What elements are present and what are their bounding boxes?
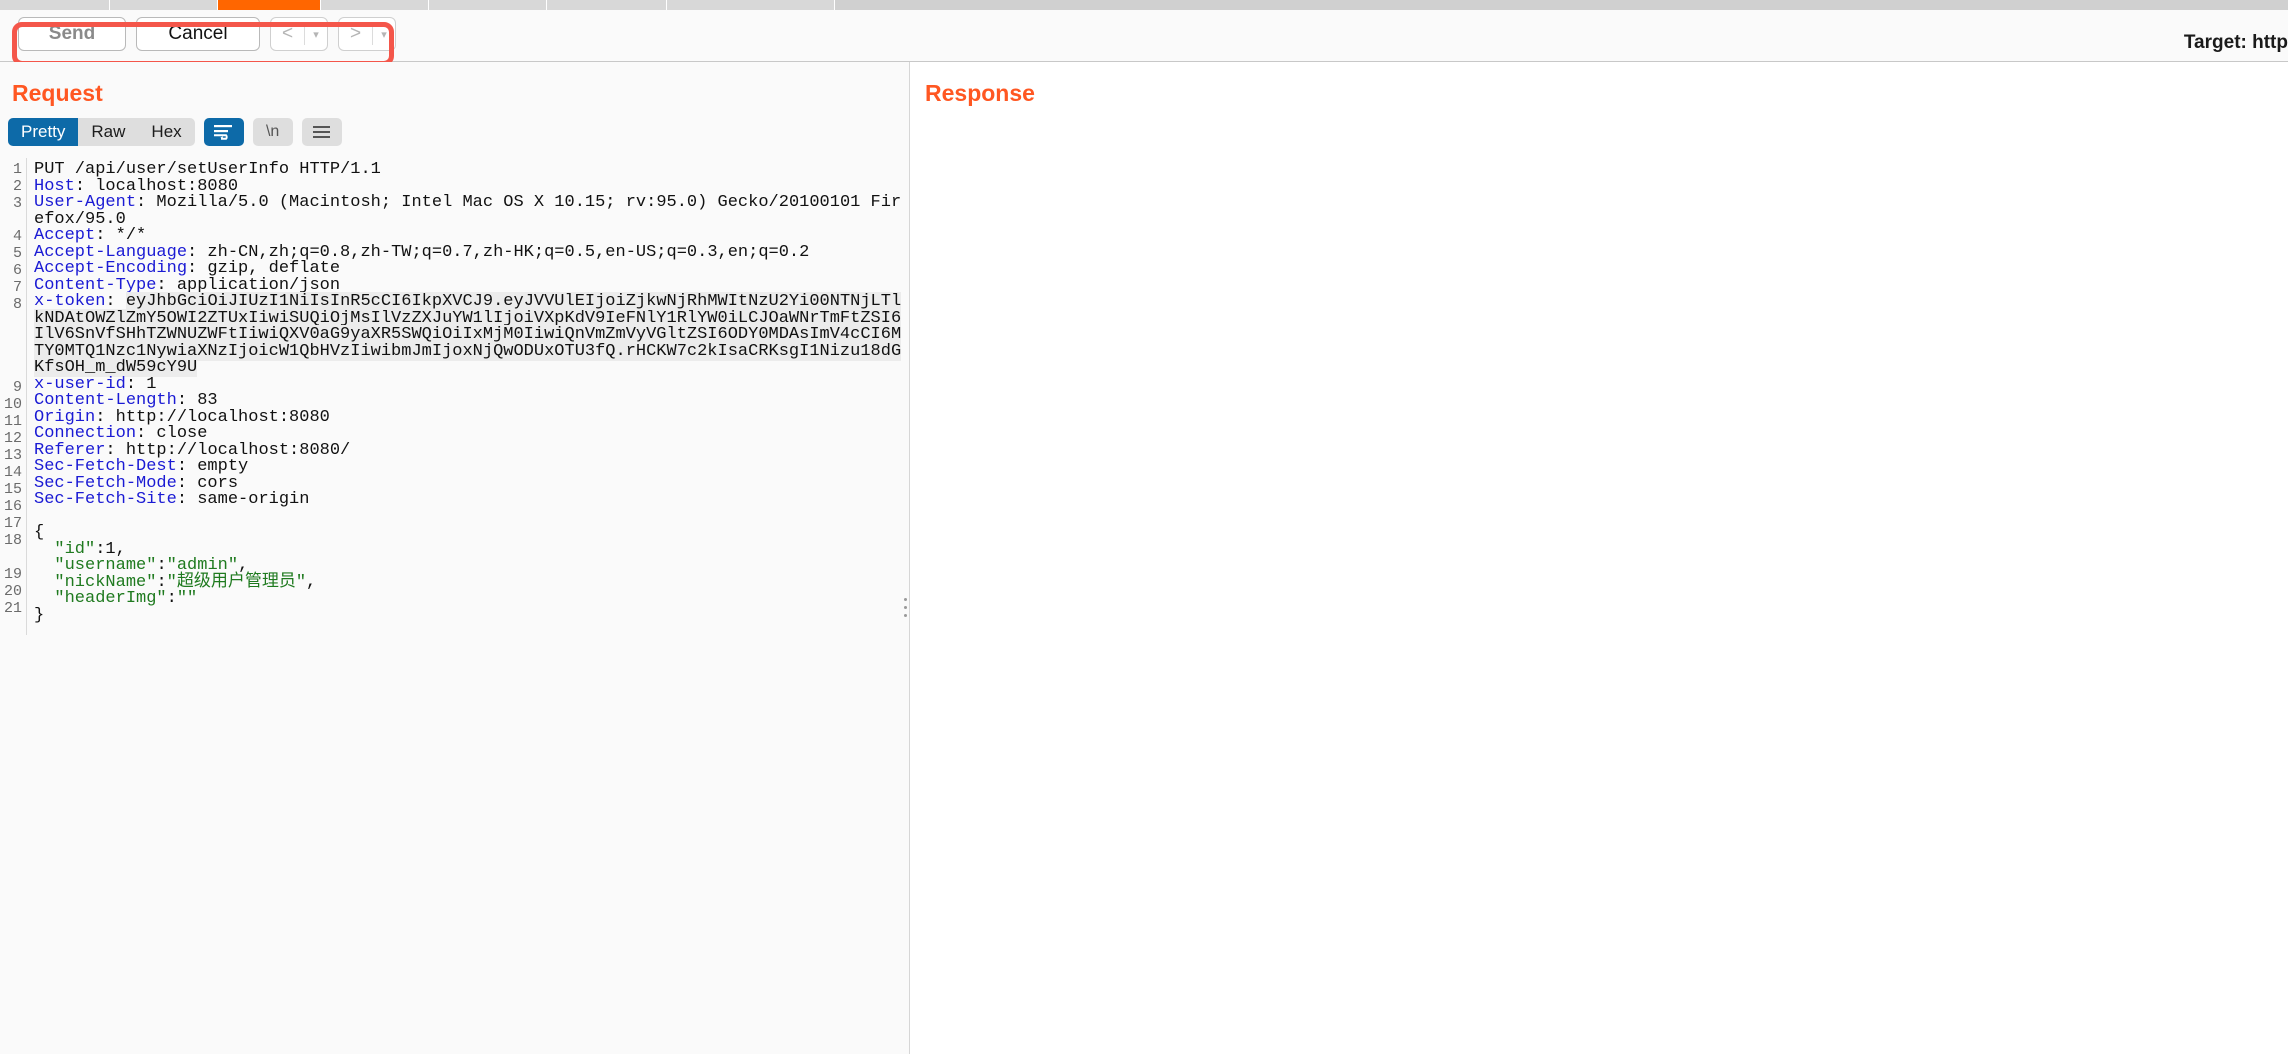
line-number: 19 bbox=[3, 566, 22, 583]
json-string: "" bbox=[176, 589, 198, 608]
pane-splitter-handle[interactable] bbox=[904, 598, 907, 617]
send-button[interactable]: Send bbox=[18, 17, 126, 51]
code-text: , bbox=[306, 572, 317, 592]
line-number: 17 bbox=[3, 515, 22, 532]
request-view-toolbar: Pretty Raw Hex \n bbox=[8, 118, 342, 146]
line-number: 9 bbox=[12, 379, 22, 396]
header-name: Sec-Fetch-Site bbox=[34, 490, 177, 509]
line-number: 13 bbox=[3, 447, 22, 464]
code-line: User-Agent: Mozilla/5.0 (Macintosh; Inte… bbox=[34, 193, 910, 229]
request-code-viewer[interactable]: 1 2 3 4 5 6 7 8 9 10 11 12 13 14 15 16 17 18 19 20 21 PUT /a… bbox=[0, 158, 910, 1054]
tab-hex[interactable]: Hex bbox=[138, 118, 195, 146]
json-string: "headerImg" bbox=[54, 589, 167, 608]
line-number: 7 bbox=[12, 279, 22, 296]
line-number: 12 bbox=[3, 430, 22, 447]
request-toolbar: Send Cancel < ▾ > ▾ Target: http bbox=[0, 10, 2288, 66]
code-text: : Mozilla/5.0 (Macintosh; Intel Mac OS X… bbox=[34, 193, 902, 229]
code-line: } bbox=[34, 605, 910, 625]
target-label: Target: http bbox=[2183, 32, 2288, 53]
code-line: Sec-Fetch-Site: same-origin bbox=[34, 490, 910, 509]
hamburger-lines bbox=[313, 126, 331, 138]
request-pane: Request Pretty Raw Hex \n 1 2 3 4 5 6 7 8 9 10 11 12 1… bbox=[0, 62, 910, 1054]
top-tab-strip[interactable] bbox=[0, 0, 2288, 10]
line-number: 5 bbox=[12, 245, 22, 262]
chevron-down-icon[interactable]: ▾ bbox=[305, 28, 327, 41]
line-number bbox=[0, 618, 26, 635]
code-text: } bbox=[34, 605, 45, 625]
previous-request-button[interactable]: < ▾ bbox=[270, 17, 328, 51]
menu-icon[interactable] bbox=[301, 118, 342, 146]
tab-raw[interactable]: Raw bbox=[78, 118, 139, 146]
line-number: 6 bbox=[12, 262, 22, 279]
top-tab-3[interactable] bbox=[321, 0, 429, 10]
top-tab-0[interactable] bbox=[0, 0, 110, 10]
cancel-button[interactable]: Cancel bbox=[136, 17, 260, 51]
line-number: 8 bbox=[12, 296, 22, 313]
top-tab-1[interactable] bbox=[110, 0, 218, 10]
code-line: { bbox=[34, 524, 910, 542]
line-number: 2 bbox=[12, 178, 22, 195]
chevron-left-icon: < bbox=[281, 23, 294, 44]
code-line: x-token: eyJhbGciOiJIUzI1NiIsInR5cCI6Ikp… bbox=[34, 292, 910, 377]
newline-icon[interactable]: \n bbox=[252, 118, 293, 146]
code-text: : bbox=[166, 589, 177, 608]
response-pane: Response bbox=[911, 62, 2288, 1054]
request-view-tabs[interactable]: Pretty Raw Hex bbox=[8, 118, 195, 146]
request-message-body[interactable]: PUT /api/user/setUserInfo HTTP/1.1 Host: … bbox=[26, 158, 910, 635]
line-number-gutter: 1 2 3 4 5 6 7 8 9 10 11 12 13 14 15 16 17 18 19 20 21 bbox=[0, 158, 26, 635]
code-text: : same-origin bbox=[176, 490, 310, 509]
top-tab-5[interactable] bbox=[547, 0, 667, 10]
chevron-down-icon[interactable]: ▾ bbox=[373, 28, 395, 41]
line-number: 21 bbox=[3, 600, 22, 617]
next-request-button[interactable]: > ▾ bbox=[338, 17, 396, 51]
line-number: 11 bbox=[3, 413, 22, 430]
line-number bbox=[0, 550, 26, 567]
top-tab-6[interactable] bbox=[667, 0, 835, 10]
jwt-token-value: eyJhbGciOiJIUzI1NiIsInR5cCI6IkpXVCJ9.eyJ… bbox=[34, 292, 902, 377]
chevron-right-icon: > bbox=[349, 23, 362, 44]
request-pane-title: Request bbox=[12, 80, 103, 106]
toolbar-button-group: Send Cancel < ▾ > ▾ bbox=[18, 17, 396, 51]
line-number: 14 bbox=[3, 464, 22, 481]
tab-strip-filler bbox=[835, 0, 2288, 10]
line-number: 16 bbox=[3, 498, 22, 515]
code-line: "headerImg":"" bbox=[34, 589, 910, 608]
line-number: 20 bbox=[3, 583, 22, 600]
line-number: 15 bbox=[3, 481, 22, 498]
line-number: 4 bbox=[12, 228, 22, 245]
editor-panes: Request Pretty Raw Hex \n 1 2 3 4 5 6 7 8 9 10 11 12 1… bbox=[0, 62, 2288, 1054]
response-pane-title: Response bbox=[925, 80, 1035, 106]
tab-pretty[interactable]: Pretty bbox=[8, 118, 79, 146]
top-tab-4[interactable] bbox=[429, 0, 547, 10]
line-number: 3 bbox=[12, 195, 22, 212]
tab-strip-segments bbox=[0, 0, 835, 10]
word-wrap-icon[interactable] bbox=[203, 118, 244, 146]
line-number: 1 bbox=[12, 161, 22, 178]
top-tab-2[interactable] bbox=[218, 0, 321, 10]
line-number: 10 bbox=[3, 396, 22, 413]
line-number: 18 bbox=[3, 532, 22, 549]
